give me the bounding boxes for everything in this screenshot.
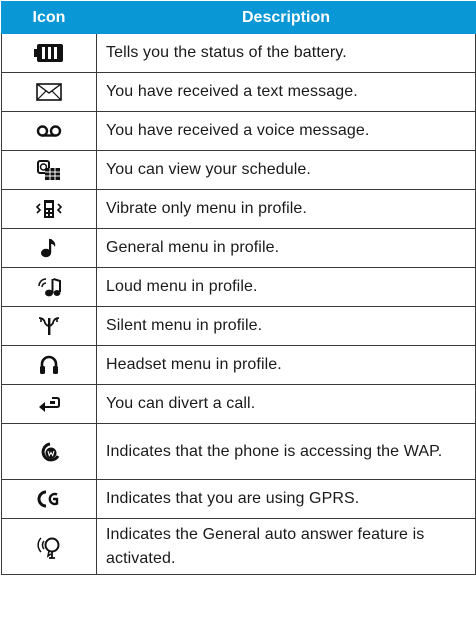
music-note-icon bbox=[41, 239, 56, 258]
icon-cell bbox=[1, 150, 97, 190]
description-cell: Indicates the General auto answer featur… bbox=[96, 518, 476, 575]
gprs-icon bbox=[37, 490, 59, 508]
auto-answer-icon bbox=[37, 536, 60, 559]
table-row: Loud menu in profile. bbox=[1, 267, 476, 307]
envelope-icon bbox=[36, 83, 62, 101]
icon-description-table: Icon Description Tells you the status of… bbox=[1, 1, 476, 575]
table-header-row: Icon Description bbox=[1, 1, 476, 34]
column-header-description: Description bbox=[96, 1, 476, 34]
description-cell: Indicates that you are using GPRS. bbox=[96, 479, 476, 519]
table-row: General menu in profile. bbox=[1, 228, 476, 268]
description-cell: You can divert a call. bbox=[96, 384, 476, 424]
icon-cell bbox=[1, 33, 97, 73]
table-row: Silent menu in profile. bbox=[1, 306, 476, 346]
description-cell: Tells you the status of the battery. bbox=[96, 33, 476, 73]
description-cell: You can view your schedule. bbox=[96, 150, 476, 190]
icon-cell bbox=[1, 306, 97, 346]
description-cell: Headset menu in profile. bbox=[96, 345, 476, 385]
icon-cell bbox=[1, 189, 97, 229]
table-row: You have received a voice message. bbox=[1, 111, 476, 151]
icon-cell bbox=[1, 479, 97, 519]
table-row: Vibrate only menu in profile. bbox=[1, 189, 476, 229]
loud-icon bbox=[38, 278, 61, 297]
icon-cell bbox=[1, 345, 97, 385]
description-cell: You have received a text message. bbox=[96, 72, 476, 112]
silent-icon bbox=[38, 317, 60, 335]
icon-cell bbox=[1, 72, 97, 112]
table-row: Tells you the status of the battery. bbox=[1, 33, 476, 73]
table-row: Indicates the General auto answer featur… bbox=[1, 518, 476, 575]
icon-cell bbox=[1, 518, 97, 575]
description-cell: You have received a voice message. bbox=[96, 111, 476, 151]
wap-icon bbox=[41, 442, 60, 461]
table-row: Indicates that the phone is accessing th… bbox=[1, 423, 476, 480]
description-cell: General menu in profile. bbox=[96, 228, 476, 268]
icon-cell bbox=[1, 423, 97, 480]
column-header-icon: Icon bbox=[1, 1, 97, 34]
voicemail-icon bbox=[36, 125, 62, 137]
table-row: Headset menu in profile. bbox=[1, 345, 476, 385]
battery-icon bbox=[34, 44, 63, 62]
description-cell: Indicates that the phone is accessing th… bbox=[96, 423, 476, 480]
headset-icon bbox=[40, 355, 58, 374]
icon-cell bbox=[1, 111, 97, 151]
table-row: You can view your schedule. bbox=[1, 150, 476, 190]
table-row: You have received a text message. bbox=[1, 72, 476, 112]
icon-cell bbox=[1, 384, 97, 424]
vibrate-icon bbox=[35, 200, 63, 218]
schedule-icon bbox=[37, 160, 60, 180]
table-row: Indicates that you are using GPRS. bbox=[1, 479, 476, 519]
icon-cell bbox=[1, 267, 97, 307]
table-row: You can divert a call. bbox=[1, 384, 476, 424]
icon-cell bbox=[1, 228, 97, 268]
call-divert-icon bbox=[39, 397, 60, 412]
description-cell: Silent menu in profile. bbox=[96, 306, 476, 346]
icon-description-table-container: Icon Description Tells you the status of… bbox=[1, 1, 476, 575]
description-cell: Vibrate only menu in profile. bbox=[96, 189, 476, 229]
description-cell: Loud menu in profile. bbox=[96, 267, 476, 307]
